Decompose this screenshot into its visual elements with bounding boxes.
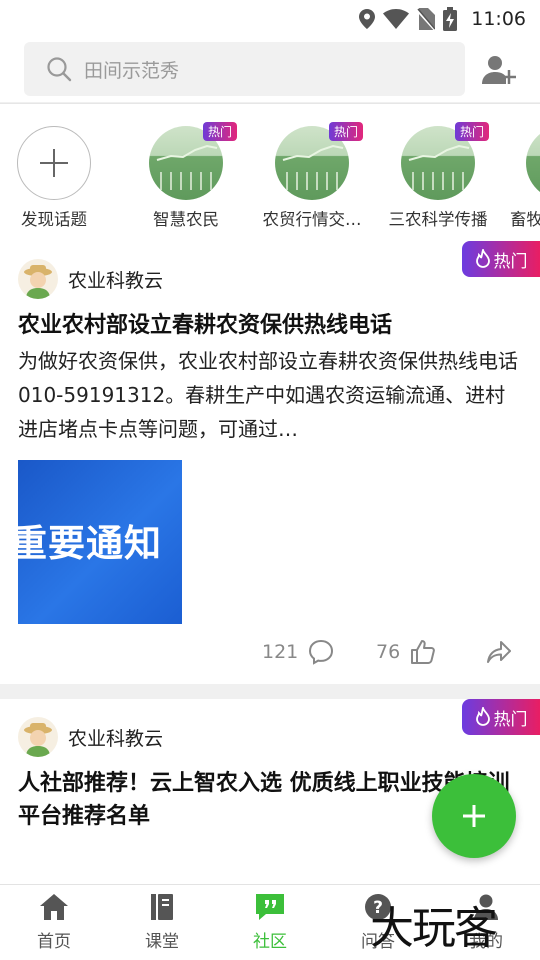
share-button[interactable]: [486, 639, 512, 665]
search-icon: [47, 57, 72, 82]
status-bar: 11:06: [0, 0, 540, 38]
comment-button[interactable]: 121: [262, 639, 334, 665]
plus-icon: [40, 149, 68, 177]
avatar: [18, 259, 58, 299]
topic-item[interactable]: 热门 三农科学传播: [383, 122, 493, 230]
topic-label: 智慧农民: [153, 210, 219, 229]
plus-icon: [463, 805, 485, 827]
topic-discover[interactable]: 发现话题: [0, 126, 109, 230]
add-user-icon: [482, 56, 516, 84]
hot-badge-label: 热门: [493, 709, 528, 730]
topic-item[interactable]: 热门 智慧农民: [131, 122, 241, 230]
home-icon: [40, 894, 68, 920]
battery-charging-icon: [443, 7, 458, 31]
create-post-button[interactable]: [432, 774, 516, 858]
farmer-avatar-icon: [24, 265, 52, 299]
author-name: 农业科教云: [68, 269, 164, 292]
hot-badge: 热门: [462, 699, 540, 735]
topic-image: [526, 126, 540, 200]
no-sim-icon: [417, 8, 436, 30]
flame-icon: [475, 249, 490, 268]
hot-tag: 热门: [202, 122, 237, 141]
book-icon: [151, 894, 173, 920]
flame-icon: [475, 707, 490, 726]
topics-row: 发现话题 热门 智慧农民 热门 农贸行情交… 热门 三农科学传播 畜牧: [0, 103, 540, 241]
status-icons: 11:06: [359, 6, 526, 32]
hot-badge: 热门: [462, 241, 540, 277]
discover-circle: [17, 126, 91, 200]
nav-classroom[interactable]: 课堂: [108, 893, 216, 952]
nav-label: 社区: [253, 932, 287, 952]
author-name: 农业科教云: [68, 727, 164, 750]
topic-label: 畜牧: [510, 210, 540, 229]
post-card[interactable]: 热门 农业科教云 农业农村部设立春耕农资保供热线电话 为做好农资保供，农业农村部…: [0, 241, 540, 684]
location-icon: [359, 9, 376, 29]
post-title[interactable]: 农业农村部设立春耕农资保供热线电话: [18, 309, 522, 342]
comment-icon: [309, 639, 334, 665]
comment-count: 121: [262, 641, 299, 663]
wifi-icon: [383, 9, 410, 29]
nav-label: 课堂: [145, 932, 179, 952]
hot-badge-label: 热门: [493, 251, 528, 272]
status-time: 11:06: [471, 8, 526, 30]
topic-label: 发现话题: [21, 210, 87, 229]
hot-tag: 热门: [328, 122, 363, 141]
nav-label: 首页: [37, 932, 71, 952]
post-image-text: 重要通知: [18, 522, 162, 565]
watermark: 大玩客: [370, 903, 498, 954]
post-author[interactable]: 农业科教云: [18, 257, 163, 301]
like-button[interactable]: 76: [376, 639, 436, 665]
topic-label: 三农科学传播: [388, 210, 488, 229]
chat-quote-icon: [256, 894, 284, 920]
add-friend-button[interactable]: [482, 54, 516, 86]
post-image[interactable]: 重要通知: [18, 460, 182, 624]
post-author[interactable]: 农业科教云: [18, 715, 163, 759]
avatar: [18, 717, 58, 757]
search-input[interactable]: 田间示范秀: [24, 42, 465, 96]
nav-community[interactable]: 社区: [216, 893, 324, 952]
farmer-avatar-icon: [24, 723, 52, 757]
like-count: 76: [376, 641, 401, 663]
nav-home[interactable]: 首页: [0, 893, 108, 952]
post-actions: 121 76: [0, 637, 540, 673]
topic-label: 农贸行情交…: [262, 210, 362, 229]
hot-tag: 热门: [454, 122, 489, 141]
thumbs-up-icon: [411, 640, 436, 664]
topic-item[interactable]: 热门 农贸行情交…: [257, 122, 367, 230]
search-placeholder: 田间示范秀: [84, 59, 180, 82]
share-icon: [487, 641, 511, 663]
search-row: 田间示范秀: [0, 38, 540, 102]
topic-item[interactable]: 畜牧: [500, 126, 540, 230]
post-body[interactable]: 为做好农资保供，农业农村部设立春耕农资保供热线电话010-59191312。春耕…: [18, 344, 522, 446]
